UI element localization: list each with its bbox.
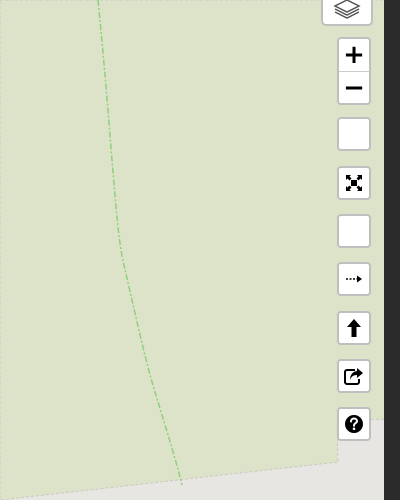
route-arrow-icon (345, 274, 363, 284)
layers-button[interactable] (321, 0, 373, 26)
plus-icon: + (343, 40, 365, 70)
share-icon (344, 367, 364, 385)
minus-icon: − (343, 73, 365, 103)
locate-button[interactable] (337, 311, 371, 345)
map-view[interactable]: + − (0, 0, 400, 500)
blank-control-button-1[interactable] (337, 117, 371, 151)
help-button[interactable] (337, 407, 371, 441)
zoom-out-button[interactable]: − (339, 72, 369, 103)
blank-control-button-2[interactable] (337, 214, 371, 248)
up-arrow-icon (346, 318, 362, 338)
route-button[interactable] (337, 262, 371, 296)
zoom-control: + − (337, 37, 371, 105)
right-edge-strip (384, 0, 400, 500)
share-button[interactable] (337, 359, 371, 393)
layers-icon (333, 0, 361, 20)
help-icon (344, 414, 364, 434)
fullscreen-icon (345, 174, 363, 192)
zoom-in-button[interactable]: + (339, 39, 369, 71)
fullscreen-button[interactable] (337, 166, 371, 200)
